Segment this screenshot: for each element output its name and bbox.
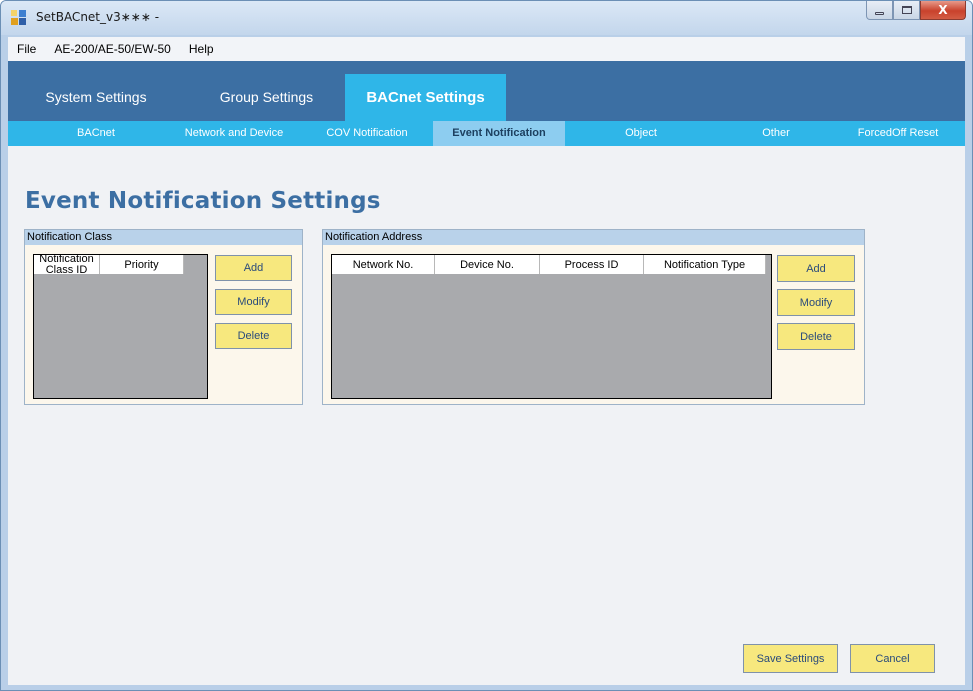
notification-address-group: Notification Address Network No. Device … bbox=[322, 229, 865, 405]
tab-group-settings-label: Group Settings bbox=[219, 89, 314, 105]
window-controls: X bbox=[866, 1, 966, 21]
notification-class-add-button[interactable]: Add bbox=[215, 255, 292, 281]
notification-class-list-header: Notification Class ID Priority bbox=[34, 254, 184, 276]
sub-tab-bar: BACnet Network and Device COV Notificati… bbox=[8, 121, 965, 146]
column-priority[interactable]: Priority bbox=[100, 255, 184, 274]
cancel-button[interactable]: Cancel bbox=[850, 644, 935, 673]
subtab-forcedoff-reset-label: ForcedOff Reset bbox=[857, 127, 939, 139]
notification-class-list[interactable]: Notification Class ID Priority bbox=[33, 254, 208, 399]
subtab-forcedoff-reset[interactable]: ForcedOff Reset bbox=[838, 121, 958, 146]
notification-address-title: Notification Address bbox=[323, 230, 864, 245]
notification-class-delete-button[interactable]: Delete bbox=[215, 323, 292, 349]
menu-help-label: Help bbox=[188, 42, 214, 56]
minimize-icon bbox=[875, 11, 884, 15]
menu-bar: File AE-200/AE-50/EW-50 Help bbox=[8, 37, 965, 61]
tab-bacnet-settings[interactable]: BACnet Settings bbox=[345, 74, 506, 121]
notification-class-group: Notification Class Notification Class ID… bbox=[24, 229, 303, 405]
minimize-button[interactable] bbox=[866, 1, 893, 20]
menu-model-label: AE-200/AE-50/EW-50 bbox=[54, 42, 171, 56]
notification-address-delete-button[interactable]: Delete bbox=[777, 323, 855, 350]
notification-address-add-button[interactable]: Add bbox=[777, 255, 855, 282]
subtab-event-notification[interactable]: Event Notification bbox=[433, 121, 565, 146]
close-button[interactable]: X bbox=[920, 1, 966, 20]
client-area: System Settings Group Settings BACnet Se… bbox=[8, 61, 965, 685]
notification-class-modify-button[interactable]: Modify bbox=[215, 289, 292, 315]
menu-model[interactable]: AE-200/AE-50/EW-50 bbox=[45, 38, 180, 60]
subtab-other-label: Other bbox=[762, 127, 790, 139]
close-icon: X bbox=[938, 3, 948, 17]
subtab-cov-notification[interactable]: COV Notification bbox=[308, 121, 426, 146]
subtab-object[interactable]: Object bbox=[593, 121, 689, 146]
notification-address-modify-button[interactable]: Modify bbox=[777, 289, 855, 316]
tab-system-settings[interactable]: System Settings bbox=[28, 74, 164, 121]
column-notification-type-label: Notification Type bbox=[663, 258, 746, 271]
column-notification-type[interactable]: Notification Type bbox=[644, 255, 766, 274]
save-settings-button[interactable]: Save Settings bbox=[743, 644, 838, 673]
application-window: SetBACnet_v3∗∗∗ - X File AE-200/AE-50/EW… bbox=[0, 0, 973, 691]
column-process-id[interactable]: Process ID bbox=[540, 255, 644, 274]
notification-address-list-header: Network No. Device No. Process ID Notifi… bbox=[332, 255, 766, 274]
subtab-cov-notification-label: COV Notification bbox=[326, 127, 408, 139]
subtab-network-and-device-label: Network and Device bbox=[184, 127, 284, 139]
maximize-button[interactable] bbox=[893, 1, 920, 20]
column-device-no-label: Device No. bbox=[460, 258, 514, 271]
column-process-id-label: Process ID bbox=[564, 258, 619, 271]
subtab-other[interactable]: Other bbox=[728, 121, 824, 146]
column-network-no-label: Network No. bbox=[352, 258, 414, 271]
main-tab-bar: System Settings Group Settings BACnet Se… bbox=[8, 61, 965, 121]
tab-group-settings[interactable]: Group Settings bbox=[204, 74, 329, 121]
notification-address-list[interactable]: Network No. Device No. Process ID Notifi… bbox=[331, 254, 772, 399]
column-priority-label: Priority bbox=[124, 258, 159, 271]
subtab-object-label: Object bbox=[625, 127, 657, 139]
tab-system-settings-label: System Settings bbox=[45, 89, 147, 105]
window-title: SetBACnet_v3∗∗∗ - bbox=[36, 10, 160, 24]
menu-file-label: File bbox=[17, 42, 37, 56]
column-notification-class-id-line2: Class ID bbox=[45, 264, 88, 276]
title-bar[interactable]: SetBACnet_v3∗∗∗ - X bbox=[1, 1, 972, 35]
column-network-no[interactable]: Network No. bbox=[332, 255, 435, 274]
tab-bacnet-settings-label: BACnet Settings bbox=[366, 89, 485, 106]
subtab-event-notification-label: Event Notification bbox=[452, 127, 546, 139]
subtab-network-and-device[interactable]: Network and Device bbox=[168, 121, 300, 146]
column-notification-class-id[interactable]: Notification Class ID bbox=[34, 254, 100, 276]
column-device-no[interactable]: Device No. bbox=[435, 255, 540, 274]
menu-help[interactable]: Help bbox=[180, 38, 223, 60]
menu-file[interactable]: File bbox=[8, 38, 45, 60]
subtab-bacnet[interactable]: BACnet bbox=[48, 121, 144, 146]
subtab-bacnet-label: BACnet bbox=[77, 127, 115, 139]
page-title: Event Notification Settings bbox=[25, 188, 381, 214]
app-icon bbox=[11, 10, 27, 26]
maximize-icon bbox=[901, 6, 912, 14]
notification-class-title: Notification Class bbox=[25, 230, 302, 245]
